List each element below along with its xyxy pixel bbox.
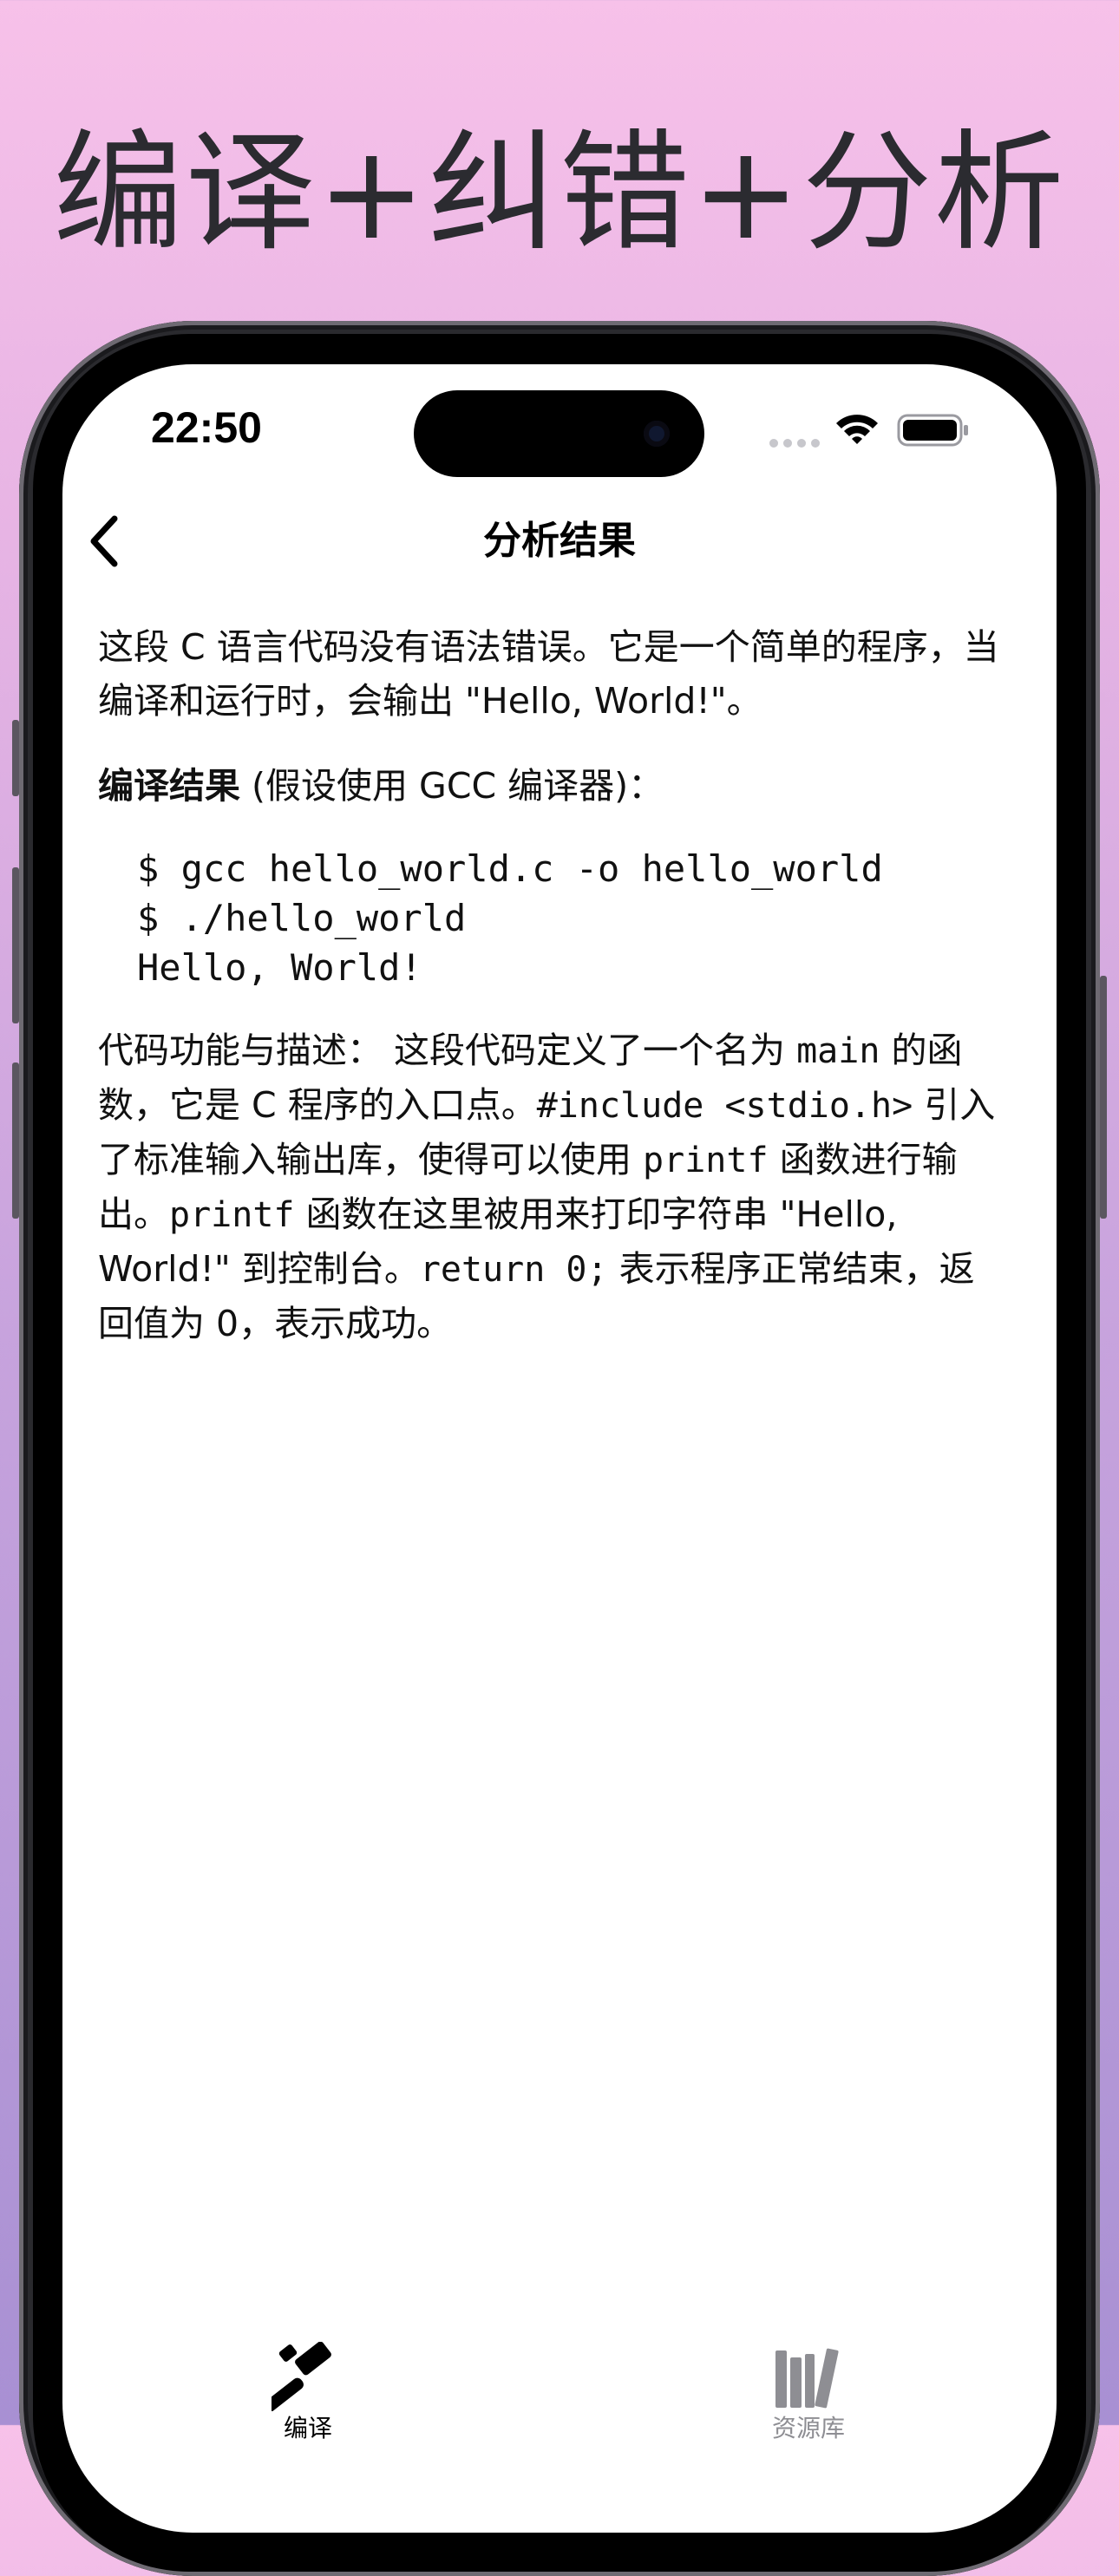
tab-compile-label: 编译	[283, 2414, 332, 2442]
code-line: $ gcc hello_world.c -o hello_world	[137, 847, 883, 890]
inline-code: return 0;	[419, 1250, 608, 1290]
code-line: Hello, World!	[137, 946, 422, 989]
status-time: 22:50	[151, 403, 262, 452]
cellular-signal-icon	[769, 439, 820, 448]
compile-heading-rest: (假设使用 GCC 编译器)：	[240, 765, 664, 807]
volume-down-button	[12, 1062, 19, 1219]
hammer-icon	[272, 2342, 331, 2411]
page-title: 分析结果	[483, 519, 636, 563]
description-text: 代码功能与描述： 这段代码定义了一个名为	[98, 1030, 797, 1071]
promo-headline: 编译+纠错+分析	[53, 118, 1066, 269]
code-block: $ gcc hello_world.c -o hello_world $ ./h…	[137, 844, 1009, 992]
intro-text: 这段 C 语言代码没有语法错误。它是一个简单的程序，当编译和运行时，会输出 "H…	[98, 626, 999, 722]
compile-heading: 编译结果 (假设使用 GCC 编译器)：	[98, 759, 1009, 813]
inline-code: main	[796, 1031, 880, 1071]
wifi-icon	[836, 415, 878, 444]
tab-library-label: 资源库	[771, 2414, 845, 2442]
power-button	[1100, 976, 1107, 1219]
compile-heading-bold: 编译结果	[98, 765, 240, 807]
tab-compile[interactable]: 编译	[221, 2342, 395, 2446]
intro-paragraph: 这段 C 语言代码没有语法错误。它是一个简单的程序，当编译和运行时，会输出 "H…	[98, 620, 1009, 728]
battery-icon	[897, 414, 968, 447]
analysis-content: 这段 C 语言代码没有语法错误。它是一个简单的程序，当编译和运行时，会输出 "H…	[98, 620, 1009, 1382]
inline-code: printf	[169, 1195, 295, 1235]
inline-code: #include <stdio.h>	[536, 1086, 913, 1126]
back-chevron-icon[interactable]	[83, 512, 132, 571]
action-button	[12, 720, 19, 796]
volume-up-button	[12, 867, 19, 1023]
description-paragraph: 代码功能与描述： 这段代码定义了一个名为 main 的函数，它是 C 程序的入口…	[98, 1023, 1009, 1350]
camera-icon	[644, 421, 670, 447]
inline-code: printf	[643, 1141, 769, 1180]
code-line: $ ./hello_world	[137, 897, 467, 939]
tab-library[interactable]: 资源库	[722, 2342, 895, 2446]
books-icon	[775, 2348, 839, 2409]
